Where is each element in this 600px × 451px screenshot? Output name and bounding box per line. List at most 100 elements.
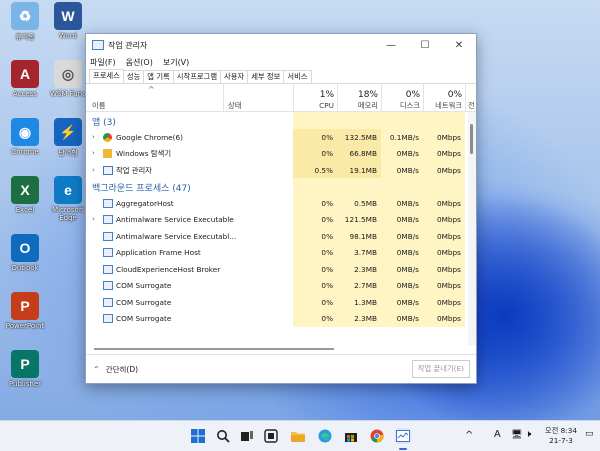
horizontal-scroll-thumb[interactable] xyxy=(94,348,334,350)
clock[interactable]: 오전 8:34 21-7-3 xyxy=(543,426,579,446)
column-header-memory[interactable]: 18% 메모리 xyxy=(337,83,382,111)
task-manager-taskbar-button[interactable] xyxy=(395,428,411,444)
sort-chevron-icon[interactable]: ^ xyxy=(148,85,155,94)
collapse-chevron-icon[interactable]: ⌃ xyxy=(93,365,100,374)
close-button[interactable]: ✕ xyxy=(442,34,476,56)
process-net-value: 0Mbps xyxy=(436,132,461,142)
network-header-label: 네트워크 xyxy=(435,101,462,110)
process-row[interactable]: › Google Chrome(6) 0% 132.5MB 0.1MB/s 0Mbps xyxy=(86,128,476,145)
process-name: COM Surrogate xyxy=(116,314,172,323)
process-row[interactable]: Antimalware Service Executabl... 0% 98.1MB… xyxy=(86,227,476,244)
notification-icon[interactable]: ▭ xyxy=(585,429,594,439)
desktop-icon-publisher[interactable]: P Publisher xyxy=(0,350,50,388)
input-language-indicator[interactable]: A xyxy=(494,429,501,440)
taskbar: ^ A 🖥 🕨 오전 8:34 21-7-3 ▭ xyxy=(0,420,600,451)
process-cpu-value: 0% xyxy=(321,215,333,224)
volume-icon[interactable]: 🕨 xyxy=(525,429,531,440)
process-mem-value: 2.7MB xyxy=(354,281,377,290)
task-manager-app-icon xyxy=(92,40,104,50)
process-window-icon xyxy=(103,281,113,290)
publisher-icon: P xyxy=(11,350,39,378)
task-view-button[interactable] xyxy=(239,428,255,444)
process-mem-value: 1.3MB xyxy=(354,297,377,307)
fewer-details-button[interactable]: 간단히(D) xyxy=(106,364,138,375)
horizontal-scrollbar[interactable] xyxy=(86,345,476,353)
start-button[interactable] xyxy=(190,428,206,444)
tab-services[interactable]: 서비스 xyxy=(283,70,312,83)
process-row[interactable]: › Windows 탐색기 0% 66.8MB 0MB/s 0Mbps xyxy=(86,145,476,162)
tab-details[interactable]: 세부 정보 xyxy=(247,70,285,83)
process-row[interactable]: CloudExperienceHost Broker 0% 2.3MB 0MB/s 0M… xyxy=(86,260,476,277)
process-row[interactable]: COM Surrogate 0% 2.3MB 0MB/s 0Mbps xyxy=(86,310,476,327)
process-net-value: 0Mbps xyxy=(436,248,461,257)
process-row[interactable]: Application Frame Host 0% 3.7MB 0MB/s 0Mbps xyxy=(86,244,476,261)
column-header-status[interactable]: 상태 xyxy=(223,83,294,111)
cpu-total-percent: 1% xyxy=(319,90,334,100)
process-disk-value: 0MB/s xyxy=(396,231,419,241)
column-header-name[interactable]: 이름 xyxy=(92,101,105,111)
footer-bar: ⌃ 간단히(D) 작업 끝내기(E) xyxy=(86,354,476,383)
section-title: 백그라운드 프로세스 (47) xyxy=(92,184,191,194)
desktop-icon-outlook[interactable]: O Outlook xyxy=(0,234,50,272)
process-row[interactable]: › Antimalware Service Executable 0% 121.5MB… xyxy=(86,211,476,228)
window-title: 작업 관리자 xyxy=(108,40,148,50)
edge-taskbar-button[interactable] xyxy=(317,428,333,444)
tab-app-history[interactable]: 앱 기록 xyxy=(143,70,174,83)
process-name: 작업 관리자 xyxy=(116,165,152,175)
process-row[interactable]: COM Surrogate 0% 2.7MB 0MB/s 0Mbps xyxy=(86,277,476,294)
menu-options[interactable]: 옵션(O) xyxy=(126,57,153,68)
tab-startup[interactable]: 시작프로그램 xyxy=(172,70,222,83)
cell-background xyxy=(337,112,381,129)
column-header-network[interactable]: 0% 네트워크 xyxy=(423,83,466,111)
expand-chevron-icon[interactable]: › xyxy=(92,133,95,141)
process-net-value: 0Mbps xyxy=(436,314,461,323)
tab-performance[interactable]: 성능 xyxy=(122,70,145,83)
vertical-scroll-thumb[interactable] xyxy=(470,124,473,154)
column-header-disk[interactable]: 0% 디스크 xyxy=(381,83,424,111)
end-task-button[interactable]: 작업 끝내기(E) xyxy=(411,360,470,378)
process-cpu-value: 0.5% xyxy=(314,165,333,175)
tab-processes[interactable]: 프로세스 xyxy=(89,69,124,83)
process-row[interactable]: COM Surrogate 0% 1.3MB 0MB/s 0Mbps xyxy=(86,293,476,310)
task-manager-window: 작업 관리자 — ☐ ✕ 파일(F) 옵션(O) 보기(V) 프로세스 성능 앱… xyxy=(85,33,477,384)
section-header-apps[interactable]: 앱 (3) xyxy=(86,112,476,129)
maximize-button[interactable]: ☐ xyxy=(408,34,442,56)
process-row[interactable]: AggregatorHost 0% 0.5MB 0MB/s 0Mbps xyxy=(86,194,476,211)
file-explorer-button[interactable] xyxy=(290,428,306,444)
process-name: Antimalware Service Executabl... xyxy=(116,231,237,241)
tray-overflow-button[interactable]: ^ xyxy=(465,430,473,441)
widgets-icon xyxy=(264,429,278,443)
menu-view[interactable]: 보기(V) xyxy=(163,57,189,68)
minimize-button[interactable]: — xyxy=(374,34,408,56)
vertical-scrollbar[interactable] xyxy=(468,112,476,345)
process-window-icon xyxy=(103,215,113,224)
chrome-taskbar-button[interactable] xyxy=(369,428,385,444)
folder-icon xyxy=(291,432,305,442)
process-name: Windows 탐색기 xyxy=(116,149,172,158)
store-button[interactable] xyxy=(343,428,359,444)
expand-chevron-icon[interactable]: › xyxy=(92,215,95,223)
disk-header-label: 디스크 xyxy=(399,101,420,110)
process-mem-value: 3.7MB xyxy=(354,248,377,257)
process-mem-value: 2.3MB xyxy=(354,264,377,274)
desktop-icon-powerpoint[interactable]: P PowerPoint xyxy=(0,292,50,330)
expand-chevron-icon[interactable]: › xyxy=(92,149,95,157)
task-manager-icon xyxy=(396,430,410,442)
title-bar[interactable]: 작업 관리자 — ☐ ✕ xyxy=(86,34,476,56)
tab-users[interactable]: 사용자 xyxy=(220,70,249,83)
cell-background xyxy=(423,112,465,129)
column-header-extra[interactable]: 전 xyxy=(465,83,476,111)
process-mem-value: 132.5MB xyxy=(344,132,377,142)
search-button[interactable] xyxy=(215,428,231,444)
edge-icon: e xyxy=(54,176,82,204)
process-row[interactable]: › 작업 관리자 0.5% 19.1MB 0MB/s 0Mbps xyxy=(86,161,476,178)
column-header-cpu[interactable]: 1% CPU xyxy=(293,83,338,111)
section-header-background[interactable]: 백그라운드 프로세스 (47) xyxy=(86,178,476,195)
process-net-value: 0Mbps xyxy=(436,149,461,158)
widgets-button[interactable] xyxy=(263,428,279,444)
expand-chevron-icon[interactable]: › xyxy=(92,166,95,174)
menu-file[interactable]: 파일(F) xyxy=(90,57,116,68)
cell-background xyxy=(337,178,381,195)
process-cpu-value: 0% xyxy=(321,297,333,307)
network-icon[interactable]: 🖥 xyxy=(511,430,522,440)
